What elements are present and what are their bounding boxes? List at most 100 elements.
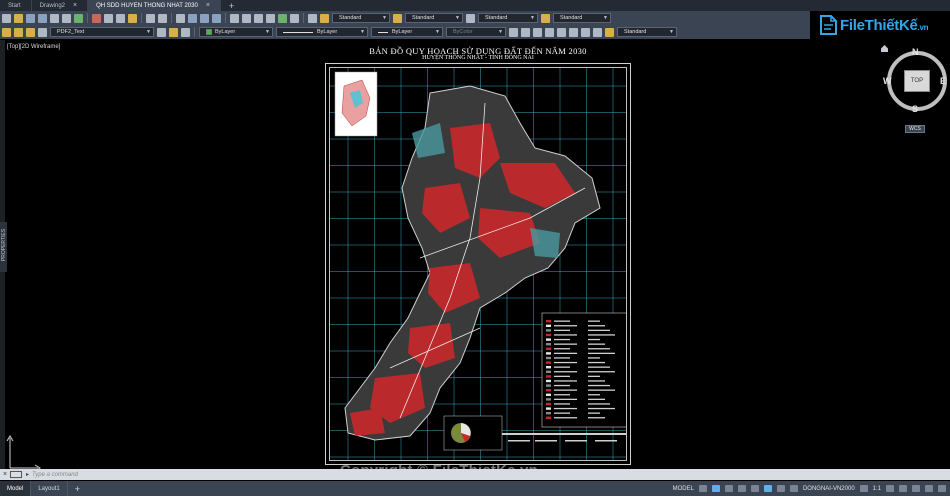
visual-style-icon[interactable] (569, 27, 578, 37)
model-space-toggle[interactable]: MODEL (673, 486, 694, 492)
ucs-icon-button[interactable] (593, 27, 602, 37)
copy-icon[interactable] (104, 13, 113, 23)
compass-north-label[interactable]: N (912, 47, 919, 57)
hardware-acceleration-icon[interactable] (912, 485, 920, 492)
layout-tab-model[interactable]: Model (0, 481, 32, 496)
annotation-scale-value[interactable]: 1:1 (873, 486, 881, 492)
layer-properties-icon[interactable] (2, 27, 11, 37)
command-history-icon[interactable] (10, 471, 22, 478)
text-style-combo-2[interactable]: Standard ▼ (617, 27, 677, 37)
legend-text-line (554, 403, 570, 405)
sun-icon[interactable] (26, 27, 35, 37)
command-input[interactable]: Type a command (32, 472, 78, 478)
sun-properties-icon[interactable] (521, 27, 530, 37)
save-icon[interactable] (26, 13, 35, 23)
color-combo[interactable]: ByLayer ▼ (199, 27, 273, 37)
layer-combo[interactable]: PDF2_Text ▼ (50, 27, 154, 37)
layout-tab-layout1[interactable]: Layout1 (31, 481, 68, 496)
ortho-icon[interactable] (724, 485, 733, 492)
viewcube[interactable]: N S E W TOP (882, 46, 950, 122)
tab-drawing2[interactable]: Drawing2 × (32, 0, 89, 11)
undo-icon[interactable] (146, 13, 155, 23)
compass-west-label[interactable]: W (883, 76, 892, 86)
calculator-icon[interactable] (290, 13, 299, 23)
layout-tab-label: Layout1 (38, 485, 60, 492)
legend-text-line (554, 357, 570, 359)
preview-icon[interactable] (62, 13, 71, 23)
new-tab-button[interactable]: + (221, 0, 242, 11)
coordinate-system-label[interactable]: DONGNAI-VN2000 (803, 486, 855, 492)
ucs-icon (6, 435, 41, 472)
open-icon[interactable] (14, 13, 23, 23)
annotation-visibility-icon[interactable] (763, 485, 772, 492)
help-icon[interactable] (308, 13, 317, 23)
chevron-down-icon: ▼ (382, 15, 387, 21)
separator (87, 13, 88, 23)
match-properties-icon[interactable] (128, 13, 137, 23)
close-icon[interactable]: × (73, 2, 77, 9)
grid-icon[interactable] (698, 485, 707, 492)
compass-south-label[interactable]: S (912, 104, 918, 114)
geolocation-icon[interactable] (789, 485, 798, 492)
pan-icon[interactable] (176, 13, 185, 23)
markup-icon[interactable] (278, 13, 287, 23)
multileader-style-combo[interactable]: Standard ▼ (553, 13, 611, 23)
selection-cycling-icon[interactable] (776, 485, 785, 492)
zoom-realtime-icon[interactable] (188, 13, 197, 23)
new-icon[interactable] (2, 13, 11, 23)
annotation-scale-icon[interactable] (859, 485, 868, 492)
sheet-set-icon[interactable] (266, 13, 275, 23)
zoom-window-icon[interactable] (200, 13, 209, 23)
legend-text-line (588, 407, 615, 410)
layer-state-icon[interactable] (181, 27, 190, 37)
viewcube-top-face[interactable]: TOP (904, 70, 930, 92)
render-icon[interactable] (509, 27, 518, 37)
snap-icon[interactable] (711, 485, 720, 492)
object-snap-icon[interactable] (750, 485, 759, 492)
redo-icon[interactable] (158, 13, 167, 23)
lightbulb-icon[interactable] (14, 27, 23, 37)
tab-qh-sdd-huyen-thong-nhat[interactable]: QH SDD HUYEN THONG NHAT 2030 × (88, 0, 221, 11)
table-style-combo[interactable]: Standard ▼ (478, 13, 538, 23)
chevron-down-icon: ▼ (265, 29, 270, 35)
save-as-icon[interactable] (38, 13, 47, 23)
customization-menu-icon[interactable] (938, 485, 946, 492)
close-icon[interactable]: × (206, 2, 210, 9)
polar-icon[interactable] (737, 485, 746, 492)
make-current-icon[interactable] (157, 27, 166, 37)
isolate-objects-icon[interactable] (899, 485, 907, 492)
design-center-icon[interactable] (242, 13, 251, 23)
named-views-icon[interactable] (581, 27, 590, 37)
add-layout-button[interactable]: + (68, 484, 87, 494)
legend-text-line (554, 329, 570, 331)
separator (171, 13, 172, 23)
land-use-map-drawing (330, 68, 626, 460)
close-icon[interactable]: × (0, 471, 10, 478)
linetype-combo[interactable]: ByLayer ▼ (276, 27, 368, 37)
legend-text-line (554, 380, 577, 382)
lock-icon[interactable] (38, 27, 47, 37)
zoom-previous-icon[interactable] (212, 13, 221, 23)
compass-east-label[interactable]: E (940, 76, 946, 86)
wcs-menu[interactable]: WCS (905, 125, 925, 133)
layer-previous-icon[interactable] (169, 27, 178, 37)
lineweight-combo[interactable]: ByLayer ▼ (371, 27, 443, 37)
materials-icon[interactable] (533, 27, 542, 37)
camera-icon[interactable] (557, 27, 566, 37)
lights-icon[interactable] (545, 27, 554, 37)
dimension-style-combo[interactable]: Standard ▼ (405, 13, 463, 23)
text-style-combo[interactable]: Standard ▼ (332, 13, 390, 23)
tool-palettes-icon[interactable] (254, 13, 263, 23)
properties-icon[interactable] (230, 13, 239, 23)
workspace-gear-icon[interactable] (886, 485, 894, 492)
legend-text-line (554, 398, 577, 400)
tab-start[interactable]: Start (0, 0, 32, 11)
legend-text-line (554, 348, 570, 350)
viewport-controls[interactable]: [Top][2D Wireframe] (7, 44, 60, 50)
clean-screen-icon[interactable] (925, 485, 933, 492)
plot-icon[interactable] (50, 13, 59, 23)
publish-icon[interactable] (74, 13, 83, 23)
properties-label: PROPERTIES (1, 228, 7, 262)
cut-icon[interactable] (92, 13, 101, 23)
paste-icon[interactable] (116, 13, 125, 23)
